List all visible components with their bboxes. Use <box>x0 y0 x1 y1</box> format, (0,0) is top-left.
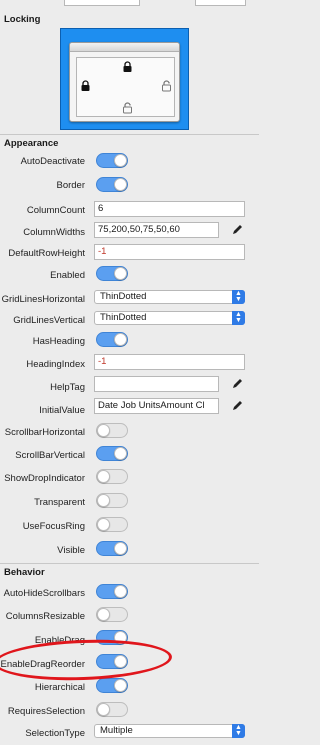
label-enabledrag: EnableDrag <box>34 635 85 646</box>
partial-field-left[interactable] <box>64 0 140 6</box>
select-gridlinesvertical[interactable]: ThinDotted ▲ ▼ <box>94 311 245 325</box>
label-autodeactivate: AutoDeactivate <box>20 156 85 167</box>
label-gridlinesvertical: GridLinesVertical <box>13 315 85 326</box>
label-visible: Visible <box>57 545 85 556</box>
toggle-hierarchical[interactable] <box>96 678 128 693</box>
toggle-usefocusring[interactable] <box>96 517 128 532</box>
select-gridlineshorizontal-value: ThinDotted <box>100 291 147 302</box>
partial-field-right[interactable] <box>195 0 246 6</box>
label-autohidescrollbars: AutoHideScrollbars <box>3 588 85 599</box>
toggle-enabled[interactable] <box>96 266 128 281</box>
label-defaultrowheight: DefaultRowHeight <box>8 248 85 259</box>
label-transparent: Transparent <box>34 497 85 508</box>
select-gridlinesvertical-value: ThinDotted <box>100 312 147 323</box>
toggle-border[interactable] <box>96 177 128 192</box>
toggle-autohidescrollbars[interactable] <box>96 584 128 599</box>
locking-widget <box>60 28 189 130</box>
label-hierarchical: Hierarchical <box>34 682 85 693</box>
input-initialvalue[interactable]: Date Job UnitsAmount Cl <box>94 398 219 414</box>
section-locking: Locking <box>0 12 259 27</box>
select-gridlineshorizontal[interactable]: ThinDotted ▲ ▼ <box>94 290 245 304</box>
input-defaultrowheight[interactable]: -1 <box>94 244 245 260</box>
chevron-updown-icon: ▲ ▼ <box>232 724 245 738</box>
chevron-updown-icon: ▲ ▼ <box>232 290 245 304</box>
input-columncount[interactable]: 6 <box>94 201 245 217</box>
select-selectiontype-value: Multiple <box>100 725 133 736</box>
chevron-updown-icon: ▲ ▼ <box>232 311 245 325</box>
section-behavior: Behavior <box>0 565 259 580</box>
label-scrollbarhorizontal: ScrollbarHorizontal <box>4 427 85 438</box>
select-selectiontype[interactable]: Multiple ▲ ▼ <box>94 724 245 738</box>
label-enabledragreorder: EnableDragReorder <box>0 659 86 670</box>
unlock-icon-bottom[interactable] <box>122 102 133 114</box>
pencil-icon-columnwidths[interactable] <box>231 223 244 236</box>
unlock-icon-right[interactable] <box>161 80 172 92</box>
label-scrollbarvertical: ScrollBarVertical <box>15 450 85 461</box>
toggle-scrollbarhorizontal[interactable] <box>96 423 128 438</box>
top-partial-fields <box>0 0 259 8</box>
label-headingindex: HeadingIndex <box>26 359 85 370</box>
label-hasheading: HasHeading <box>32 336 85 347</box>
label-border: Border <box>56 180 85 191</box>
input-columnwidths[interactable]: 75,200,50,75,50,60 <box>94 222 219 238</box>
toggle-enabledragreorder[interactable] <box>96 654 128 669</box>
locking-window-preview <box>69 42 180 122</box>
lock-icon-top[interactable] <box>122 61 133 73</box>
label-initialvalue: InitialValue <box>39 405 85 416</box>
label-selectiontype: SelectionType <box>25 728 85 739</box>
lock-icon-left[interactable] <box>80 80 91 92</box>
label-requiresselection: RequiresSelection <box>7 706 85 717</box>
input-helptag[interactable] <box>94 376 219 392</box>
toggle-enabledrag[interactable] <box>96 630 128 645</box>
toggle-hasheading[interactable] <box>96 332 128 347</box>
pencil-icon-helptag[interactable] <box>231 377 244 390</box>
label-usefocusring: UseFocusRing <box>22 521 85 532</box>
label-columnsresizable: ColumnsResizable <box>5 611 85 622</box>
toggle-transparent[interactable] <box>96 493 128 508</box>
toggle-columnsresizable[interactable] <box>96 607 128 622</box>
toggle-requiresselection[interactable] <box>96 702 128 717</box>
section-appearance: Appearance <box>0 136 259 151</box>
toggle-autodeactivate[interactable] <box>96 153 128 168</box>
label-showdropindicator: ShowDropIndicator <box>4 473 85 484</box>
label-helptag: HelpTag <box>50 382 85 393</box>
toggle-visible[interactable] <box>96 541 128 556</box>
input-headingindex[interactable]: -1 <box>94 354 245 370</box>
label-enabled: Enabled <box>50 270 85 281</box>
pencil-icon-initialvalue[interactable] <box>231 399 244 412</box>
toggle-showdropindicator[interactable] <box>96 469 128 484</box>
label-gridlineshorizontal: GridLinesHorizontal <box>1 294 85 305</box>
label-columncount: ColumnCount <box>26 205 85 216</box>
label-columnwidths: ColumnWidths <box>23 227 85 238</box>
toggle-scrollbarvertical[interactable] <box>96 446 128 461</box>
